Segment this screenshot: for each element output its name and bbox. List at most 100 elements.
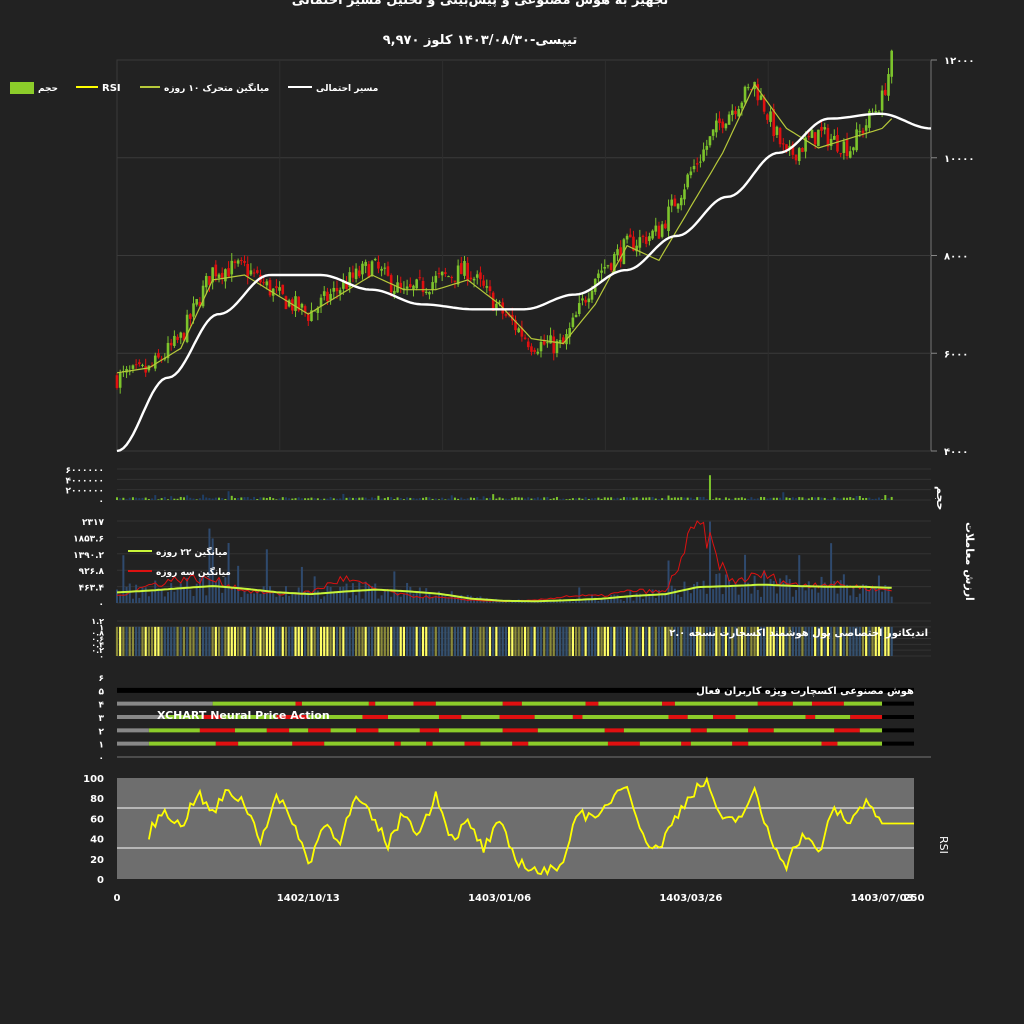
price-candle-body bbox=[482, 280, 485, 286]
value-bar bbox=[830, 543, 833, 603]
smart-money-bar bbox=[163, 626, 166, 656]
price-candle-body bbox=[695, 163, 699, 165]
value-bar bbox=[135, 584, 138, 603]
value-bar bbox=[622, 600, 625, 603]
price-candle-body bbox=[826, 127, 830, 147]
volume-bar bbox=[425, 497, 428, 500]
volume-bar bbox=[154, 495, 157, 500]
smart-money-bar bbox=[179, 626, 182, 656]
volume-bar bbox=[320, 499, 323, 500]
value-bar bbox=[189, 589, 192, 603]
volume-bar bbox=[214, 497, 217, 500]
volume-bar bbox=[734, 497, 737, 500]
price-y-tick-label: ۱۲۰۰۰ bbox=[944, 56, 975, 67]
price-candle-body bbox=[539, 341, 543, 352]
volume-bar bbox=[364, 497, 367, 500]
smart-money-bar bbox=[476, 626, 479, 656]
smart-money-bar bbox=[657, 626, 661, 656]
ai-y-tick-label: ۴ bbox=[99, 701, 105, 711]
value-bar bbox=[715, 573, 718, 603]
price-candle-body bbox=[246, 264, 250, 277]
volume-bar bbox=[587, 498, 590, 500]
value-bar bbox=[677, 594, 680, 603]
value-bar bbox=[855, 596, 858, 603]
volume-bar bbox=[313, 498, 316, 500]
price-candle-body bbox=[475, 274, 479, 278]
smart-money-bar bbox=[399, 626, 402, 656]
volume-bar bbox=[329, 497, 332, 500]
price-candle-body bbox=[533, 349, 536, 352]
smart-money-label: اندیکاتور اختصاصی پول هوشمند اکسچارت نسخ… bbox=[669, 628, 928, 639]
smart-money-bar bbox=[530, 626, 533, 656]
value-bar bbox=[619, 599, 622, 603]
smart-money-bar bbox=[549, 626, 552, 656]
price-candle-body bbox=[141, 364, 144, 366]
volume-bar bbox=[367, 499, 370, 500]
volume-bar bbox=[874, 498, 877, 500]
value-bar bbox=[769, 578, 772, 603]
smart-money-bar bbox=[380, 626, 383, 656]
smart-money-bar bbox=[409, 626, 412, 656]
smart-money-bar bbox=[288, 626, 291, 656]
volume-bar bbox=[785, 497, 788, 500]
smart-money-bar bbox=[555, 626, 559, 656]
smart-money-bar bbox=[559, 626, 562, 656]
volume-bar bbox=[603, 497, 606, 500]
price-candle-body bbox=[810, 129, 814, 138]
price-y-tick-label: ۱۰۰۰۰ bbox=[944, 154, 975, 165]
smart-money-bar bbox=[635, 626, 638, 656]
volume-bar bbox=[779, 497, 782, 500]
smart-money-bar bbox=[578, 626, 581, 656]
smart-money-bar bbox=[393, 626, 396, 656]
price-candle-body bbox=[370, 261, 374, 276]
price-candle-body bbox=[625, 235, 629, 240]
volume-bar bbox=[642, 497, 645, 500]
volume-bar bbox=[291, 498, 294, 500]
volume-bar bbox=[708, 475, 711, 500]
smart-money-bar bbox=[141, 626, 144, 656]
price-candle-body bbox=[660, 224, 664, 237]
value-bar bbox=[307, 590, 310, 603]
rsi-axis-label: RSI bbox=[937, 836, 950, 854]
volume-bar bbox=[272, 498, 275, 500]
value-bar bbox=[568, 600, 571, 603]
value-bar bbox=[205, 595, 208, 603]
volume-bar bbox=[380, 498, 383, 500]
smart-money-bar bbox=[147, 626, 150, 656]
smart-money-bar bbox=[594, 626, 597, 656]
smart-money-bar bbox=[444, 626, 447, 656]
volume-bar bbox=[616, 497, 619, 500]
smart-money-bar bbox=[501, 626, 504, 656]
value-bar bbox=[766, 584, 769, 603]
value-bar bbox=[147, 596, 150, 603]
price-candle-body bbox=[730, 110, 734, 115]
smart-money-bar bbox=[629, 626, 632, 656]
volume-bar bbox=[881, 499, 884, 500]
volume-bar bbox=[791, 497, 794, 500]
price-candle-body bbox=[702, 149, 705, 161]
smart-money-bar bbox=[453, 626, 457, 656]
price-candle-body bbox=[705, 145, 709, 150]
smart-money-bar bbox=[160, 626, 163, 656]
price-candle-body bbox=[236, 260, 240, 264]
volume-bar bbox=[801, 497, 804, 500]
value-bar bbox=[817, 592, 820, 603]
price-candle-body bbox=[300, 303, 304, 308]
volume-bar bbox=[498, 497, 501, 500]
smart-money-bar bbox=[568, 626, 571, 656]
x-tick-label: 1403/03/26 bbox=[659, 893, 722, 904]
ai-y-tick-label: ۰ bbox=[99, 754, 105, 764]
volume-bar bbox=[450, 495, 453, 500]
value-bar bbox=[224, 577, 227, 603]
volume-bar bbox=[520, 497, 523, 500]
value-bar bbox=[265, 549, 268, 603]
smart-money-bar bbox=[418, 626, 421, 656]
volume-bar bbox=[297, 497, 300, 500]
price-candle-body bbox=[769, 111, 772, 122]
price-candle-body bbox=[817, 129, 820, 147]
price-candle-body bbox=[434, 275, 438, 283]
price-candle-body bbox=[590, 290, 594, 300]
price-candle-body bbox=[485, 286, 489, 288]
volume-bar bbox=[849, 497, 852, 500]
volume-bar bbox=[795, 498, 798, 500]
